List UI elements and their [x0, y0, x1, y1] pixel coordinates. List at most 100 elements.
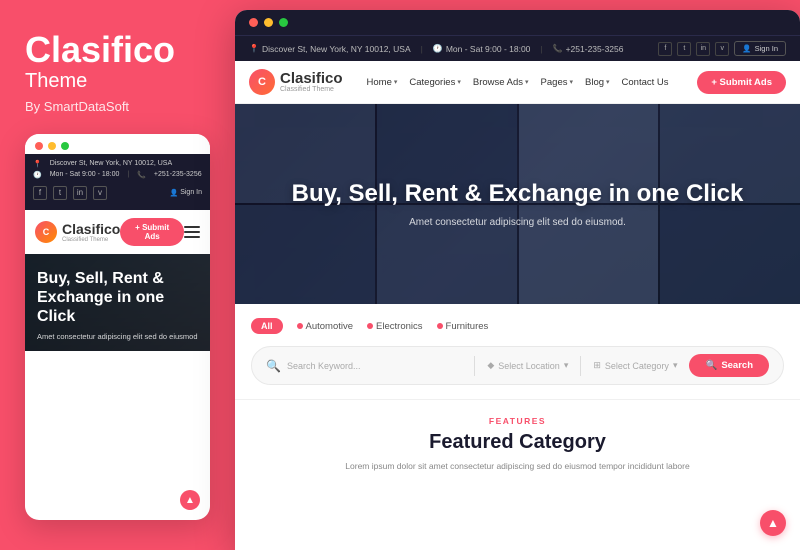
mobile-phone: +251-235-3256: [154, 171, 202, 178]
nav-link-blog[interactable]: Blog ▾: [585, 77, 610, 88]
location-icon: 📍: [33, 160, 42, 168]
desktop-hero-title: Buy, Sell, Rent & Exchange in one Click: [292, 180, 744, 209]
clock-icon: 🕐: [33, 171, 42, 179]
desktop-clock-icon: 🕐: [433, 44, 443, 53]
desktop-submit-button[interactable]: + Submit Ads: [697, 71, 786, 94]
search-bar: 🔍 Search Keyword... ◆ Select Location ▾ …: [251, 346, 784, 385]
electronics-dot: [367, 323, 373, 329]
nav-link-home[interactable]: Home ▾: [367, 77, 398, 88]
page-container: Clasifico Theme By SmartDataSoft 📍 Disco…: [0, 0, 800, 550]
desktop-user-icon: 👤: [742, 44, 751, 53]
mobile-twitter-icon[interactable]: t: [53, 186, 67, 200]
brand-subtitle: Theme: [25, 70, 210, 93]
desktop-signin-button[interactable]: 👤 Sign In: [734, 41, 786, 56]
desktop-social-group: f t in v 👤 Sign In: [658, 41, 786, 56]
features-description: Lorem ipsum dolor sit amet consectetur a…: [288, 460, 748, 473]
mobile-topbar: [25, 134, 210, 154]
desktop-features-section: FEATURES Featured Category Lorem ipsum d…: [235, 400, 800, 550]
nav-link-categories[interactable]: Categories ▾: [409, 77, 460, 88]
location-marker-icon: ◆: [487, 360, 494, 371]
mobile-logo-icon: C: [35, 221, 57, 243]
blog-chevron-icon: ▾: [606, 78, 610, 86]
features-label: FEATURES: [251, 416, 784, 426]
desktop-vimeo-icon[interactable]: v: [715, 42, 729, 56]
features-title: Featured Category: [251, 431, 784, 454]
search-tabs: All Automotive Electronics Furnitures: [251, 318, 784, 334]
mobile-social-row: f t in v 👤 Sign In: [33, 182, 202, 204]
mobile-signin[interactable]: 👤 Sign In: [169, 189, 202, 197]
brand-by: By SmartDataSoft: [25, 99, 210, 114]
mobile-address-row: 📍 Discover St, New York, NY 10012, USA: [33, 160, 202, 168]
mobile-hero: Buy, Sell, Rent & Exchange in one Click …: [25, 254, 210, 351]
desktop-hours: Mon - Sat 9:00 - 18:00: [446, 44, 531, 54]
desktop-hero-content: Buy, Sell, Rent & Exchange in one Click …: [292, 180, 744, 228]
desktop-preview-panel: 📍 Discover St, New York, NY 10012, USA |…: [235, 10, 800, 550]
mobile-scroll-up-button[interactable]: ▲: [180, 490, 200, 510]
mobile-hero-title: Buy, Sell, Rent & Exchange in one Click: [37, 269, 198, 327]
search-keyword-input[interactable]: Search Keyword...: [287, 361, 462, 371]
dot-green: [61, 142, 69, 150]
mobile-submit-button[interactable]: + Submit Ads: [120, 218, 184, 246]
search-icon: 🔍: [266, 359, 281, 373]
desktop-logo: C Clasifico Classified Theme: [249, 69, 343, 95]
mobile-linkedin-icon[interactable]: in: [73, 186, 87, 200]
search-tab-all[interactable]: All: [251, 318, 283, 334]
desktop-hours-item: 🕐 Mon - Sat 9:00 - 18:00: [433, 44, 531, 54]
user-icon: 👤: [169, 189, 178, 197]
desktop-dot-green: [279, 18, 288, 27]
desktop-logo-tagline: Classified Theme: [280, 86, 343, 93]
mobile-preview-card: 📍 Discover St, New York, NY 10012, USA 🕐…: [25, 134, 210, 520]
automotive-dot: [297, 323, 303, 329]
phone-icon: 📞: [137, 171, 146, 179]
nav-link-contact[interactable]: Contact Us: [622, 77, 669, 88]
mobile-hero-subtitle: Amet consectetur adipiscing elit sed do …: [37, 332, 198, 343]
left-panel: Clasifico Theme By SmartDataSoft 📍 Disco…: [0, 0, 235, 550]
search-button[interactable]: 🔍 Search: [689, 354, 769, 377]
search-tab-automotive[interactable]: Automotive: [297, 321, 354, 332]
desktop-twitter-icon[interactable]: t: [677, 42, 691, 56]
nav-link-browse-ads[interactable]: Browse Ads ▾: [473, 77, 529, 88]
search-location[interactable]: ◆ Select Location ▾: [487, 360, 568, 371]
desktop-logo-name: Clasifico: [280, 71, 343, 86]
search-btn-icon: 🔍: [705, 360, 717, 371]
desktop-dot-yellow: [264, 18, 273, 27]
search-divider-1: [474, 356, 475, 376]
mobile-header: 📍 Discover St, New York, NY 10012, USA 🕐…: [25, 154, 210, 210]
desktop-scroll-up-button[interactable]: ▲: [760, 510, 786, 536]
mobile-logo: C Clasifico Classified Theme: [35, 221, 120, 243]
location-chevron-icon: ▾: [564, 360, 569, 371]
desktop-dot-red: [249, 18, 258, 27]
desktop-logo-icon: C: [249, 69, 275, 95]
mobile-vimeo-icon[interactable]: v: [93, 186, 107, 200]
dot-red: [35, 142, 43, 150]
desktop-facebook-icon[interactable]: f: [658, 42, 672, 56]
mobile-nav: C Clasifico Classified Theme + Submit Ad…: [25, 210, 210, 254]
mobile-hamburger-menu[interactable]: [184, 226, 200, 238]
mobile-address: Discover St, New York, NY 10012, USA: [50, 160, 172, 167]
category-grid-icon: ⊞: [593, 360, 601, 371]
desktop-phone: +251-235-3256: [566, 44, 624, 54]
browse-ads-chevron-icon: ▾: [525, 78, 529, 86]
search-divider-2: [580, 356, 581, 376]
mobile-hero-area: Buy, Sell, Rent & Exchange in one Click …: [25, 254, 210, 520]
desktop-phone-item: 📞 +251-235-3256: [553, 44, 624, 54]
brand-title: Clasifico: [25, 30, 210, 70]
desktop-header-bar: 📍 Discover St, New York, NY 10012, USA |…: [235, 35, 800, 61]
desktop-search-section: All Automotive Electronics Furnitures 🔍 …: [235, 304, 800, 400]
desktop-location-icon: 📍: [249, 44, 259, 53]
nav-link-pages[interactable]: Pages ▾: [541, 77, 573, 88]
mobile-facebook-icon[interactable]: f: [33, 186, 47, 200]
pages-chevron-icon: ▾: [569, 78, 573, 86]
mobile-contact-row: 🕐 Mon - Sat 9:00 - 18:00 | 📞 +251-235-32…: [33, 171, 202, 179]
desktop-nav: C Clasifico Classified Theme Home ▾ Cate…: [235, 61, 800, 104]
desktop-topbar: [235, 10, 800, 35]
mobile-hours: Mon - Sat 9:00 - 18:00: [50, 171, 120, 178]
search-tab-furnitures[interactable]: Furnitures: [437, 321, 489, 332]
home-chevron-icon: ▾: [394, 78, 398, 86]
desktop-hero: Buy, Sell, Rent & Exchange in one Click …: [235, 104, 800, 304]
desktop-address-item: 📍 Discover St, New York, NY 10012, USA: [249, 44, 411, 54]
desktop-linkedin-icon[interactable]: in: [696, 42, 710, 56]
mobile-logo-tagline: Classified Theme: [62, 237, 120, 243]
search-category[interactable]: ⊞ Select Category ▾: [593, 360, 677, 371]
search-tab-electronics[interactable]: Electronics: [367, 321, 422, 332]
